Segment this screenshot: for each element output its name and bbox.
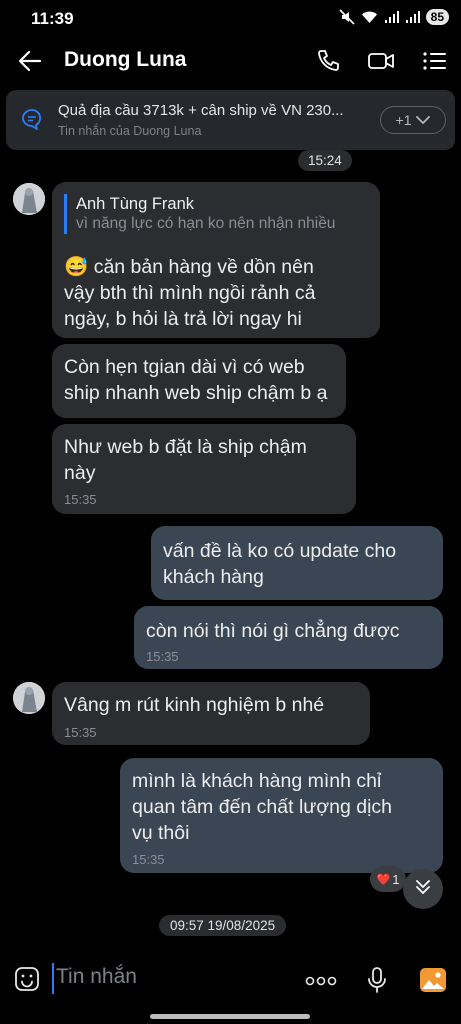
message-time: 15:35 (146, 649, 179, 664)
avatar[interactable] (13, 682, 45, 714)
chat-header: Duong Luna (0, 38, 461, 84)
chevron-down-icon (416, 112, 431, 128)
back-arrow-icon[interactable] (16, 48, 44, 74)
phone-icon[interactable] (313, 46, 343, 76)
time-divider: 15:24 (298, 150, 352, 171)
reaction-count: 1 (392, 871, 400, 887)
status-icons: 85 (339, 9, 449, 25)
status-bar: 11:39 85 (0, 0, 461, 38)
message-text: vấn đề là ko có update cho khách hàng (163, 540, 397, 588)
microphone-icon[interactable] (366, 966, 388, 999)
message-text: Còn hẹn tgian dài vì có web ship nhanh w… (64, 356, 328, 404)
message-time: 15:35 (64, 492, 97, 507)
signal-icon-2 (405, 10, 420, 24)
scroll-to-bottom-button[interactable] (403, 869, 443, 909)
incoming-message[interactable]: Vâng m rút kinh nghiệm b nhé 15:35 (52, 682, 370, 745)
gallery-image-icon[interactable] (419, 966, 447, 999)
message-text: còn nói thì nói gì chẳng được (146, 620, 400, 642)
reaction-badge[interactable]: ❤️ 1 (370, 866, 406, 892)
pinned-more-count: +1 (395, 112, 412, 128)
double-chevron-down-icon (414, 878, 432, 901)
pinned-message-bar[interactable]: Quả địa cầu 3713k + cân ship về VN 230..… (6, 90, 455, 150)
text-cursor (52, 963, 54, 994)
outgoing-message[interactable]: mình là khách hàng mình chỉ quan tâm đến… (120, 758, 443, 873)
video-call-icon[interactable] (366, 46, 396, 76)
sticker-emoji-icon[interactable] (14, 966, 40, 997)
incoming-message[interactable]: Như web b đặt là ship chậm này 15:35 (52, 424, 356, 514)
message-text: Như web b đặt là ship chậm này (64, 436, 307, 484)
more-options-icon[interactable] (305, 974, 337, 992)
quoted-reply[interactable]: Anh Tùng Frank vì năng lực có hạn ko nên… (64, 194, 335, 234)
message-time: 15:35 (64, 725, 97, 740)
message-text: 😅 căn bản hàng về dồn nên vậy bth thì mì… (64, 256, 316, 330)
quote-author: Anh Tùng Frank (76, 195, 195, 213)
pinned-title: Quả địa cầu 3713k + cân ship về VN 230..… (58, 102, 344, 119)
emoji: 😅 (64, 256, 89, 278)
status-time: 11:39 (31, 9, 74, 28)
message-time: 15:35 (132, 852, 165, 867)
pinned-more-button[interactable]: +1 (380, 106, 446, 134)
message-input[interactable]: Tin nhắn (56, 965, 137, 989)
message-text: mình là khách hàng mình chỉ quan tâm đến… (132, 770, 393, 844)
menu-list-icon[interactable] (420, 46, 450, 76)
avatar[interactable] (13, 183, 45, 215)
signal-icon (384, 10, 399, 24)
pinned-subtitle: Tin nhắn của Duong Luna (58, 124, 202, 138)
incoming-message[interactable]: Anh Tùng Frank vì năng lực có hạn ko nên… (52, 182, 380, 338)
outgoing-message[interactable]: vấn đề là ko có update cho khách hàng (151, 526, 443, 600)
home-indicator (150, 1014, 310, 1019)
message-text: Vâng m rút kinh nghiệm b nhé (64, 694, 325, 716)
heart-icon: ❤️ (376, 873, 391, 886)
mute-icon (339, 9, 355, 25)
contact-name[interactable]: Duong Luna (64, 48, 186, 72)
date-divider: 09:57 19/08/2025 (159, 915, 287, 936)
incoming-message[interactable]: Còn hẹn tgian dài vì có web ship nhanh w… (52, 344, 346, 418)
chat-bubble-icon (20, 107, 44, 136)
wifi-icon (361, 10, 378, 24)
battery-badge: 85 (425, 9, 449, 25)
outgoing-message[interactable]: còn nói thì nói gì chẳng được 15:35 (134, 606, 443, 669)
quote-text: vì năng lực có hạn ko nên nhận nhiều (76, 215, 336, 232)
